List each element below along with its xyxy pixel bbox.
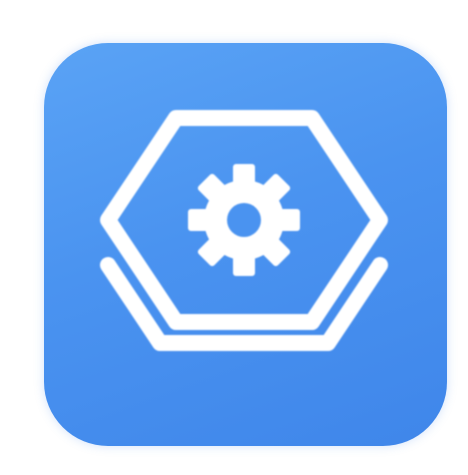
app-icon-tile[interactable] bbox=[44, 43, 447, 446]
gear-icon bbox=[188, 164, 300, 276]
gear-hole bbox=[227, 203, 261, 237]
hexagon-gear-settings-icon bbox=[100, 110, 388, 351]
icon-canvas bbox=[0, 0, 468, 475]
